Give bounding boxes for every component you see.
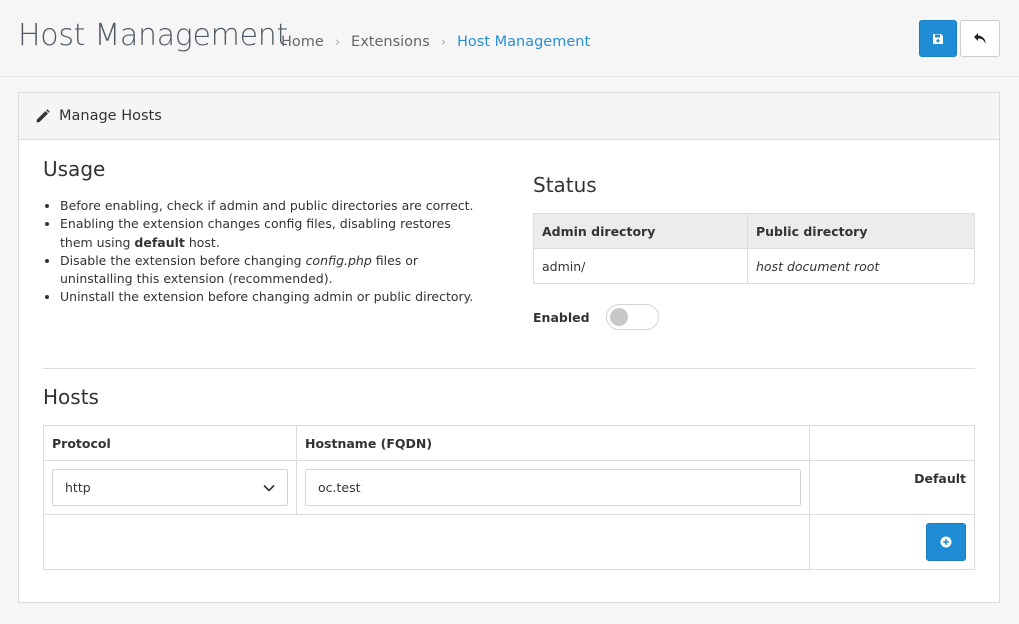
- status-table: Admin directory Public directory admin/ …: [533, 213, 975, 284]
- enabled-toggle[interactable]: [605, 304, 659, 330]
- breadcrumb-separator-icon: ›: [440, 34, 446, 50]
- usage-item: Before enabling, check if admin and publ…: [60, 197, 483, 215]
- protocol-header: Protocol: [43, 425, 297, 461]
- panel-title: Manage Hosts: [59, 108, 162, 124]
- default-label: Default: [809, 460, 975, 515]
- divider: [43, 368, 975, 369]
- hosts-heading: Hosts: [43, 385, 99, 409]
- panel-heading: Manage Hosts: [19, 93, 999, 140]
- breadcrumb-home[interactable]: Home: [281, 34, 324, 50]
- admin-directory-header: Admin directory: [533, 213, 748, 249]
- hosts-table: Protocol Hostname (FQDN) http oc.test De…: [43, 425, 975, 570]
- toggle-knob: [609, 308, 628, 326]
- status-heading: Status: [533, 173, 597, 197]
- breadcrumb-separator-icon: ›: [334, 34, 341, 50]
- chevron-down-icon: [263, 484, 275, 492]
- usage-heading: Usage: [43, 157, 106, 181]
- usage-list: Before enabling, check if admin and publ…: [43, 197, 483, 307]
- page-header: Host Management Home › Extensions › Host…: [0, 0, 1019, 77]
- plus-circle-icon: [940, 536, 952, 548]
- admin-directory-value: admin/: [533, 248, 748, 284]
- breadcrumb: Home › Extensions › Host Management: [281, 34, 590, 50]
- table-footer-row: [43, 514, 975, 570]
- add-host-button[interactable]: [926, 523, 966, 561]
- save-button[interactable]: [919, 20, 957, 57]
- hosts-section: Hosts Protocol Hostname (FQDN) http oc.t…: [43, 385, 975, 570]
- protocol-select-value: http: [65, 480, 91, 495]
- pencil-icon: [36, 108, 50, 122]
- hostname-input-value: oc.test: [318, 480, 361, 495]
- actions-header: [809, 425, 975, 461]
- usage-item: Uninstall the extension before changing …: [60, 288, 483, 306]
- public-directory-header: Public directory: [747, 213, 975, 249]
- usage-item: Enabling the extension changes config fi…: [60, 215, 483, 252]
- reply-arrow-icon: [974, 33, 986, 44]
- breadcrumb-host-management[interactable]: Host Management: [457, 34, 590, 50]
- public-directory-value: host document root: [747, 248, 975, 284]
- usage-section: Usage Before enabling, check if admin an…: [43, 157, 483, 307]
- hostname-header: Hostname (FQDN): [296, 425, 810, 461]
- breadcrumb-extensions[interactable]: Extensions: [351, 34, 430, 50]
- usage-item: Disable the extension before changing co…: [60, 252, 483, 289]
- enabled-row: Enabled: [533, 304, 659, 330]
- back-button[interactable]: [960, 20, 1000, 57]
- hostname-input[interactable]: oc.test: [305, 469, 801, 506]
- manage-hosts-panel: Manage Hosts Usage Before enabling, chec…: [18, 92, 1000, 603]
- page-title: Host Management: [18, 18, 288, 53]
- status-section: Status Admin directory Public directory …: [533, 173, 975, 284]
- table-row: http oc.test Default: [43, 460, 975, 515]
- enabled-label: Enabled: [533, 309, 590, 325]
- protocol-select[interactable]: http: [52, 469, 288, 506]
- floppy-disk-icon: [933, 33, 943, 44]
